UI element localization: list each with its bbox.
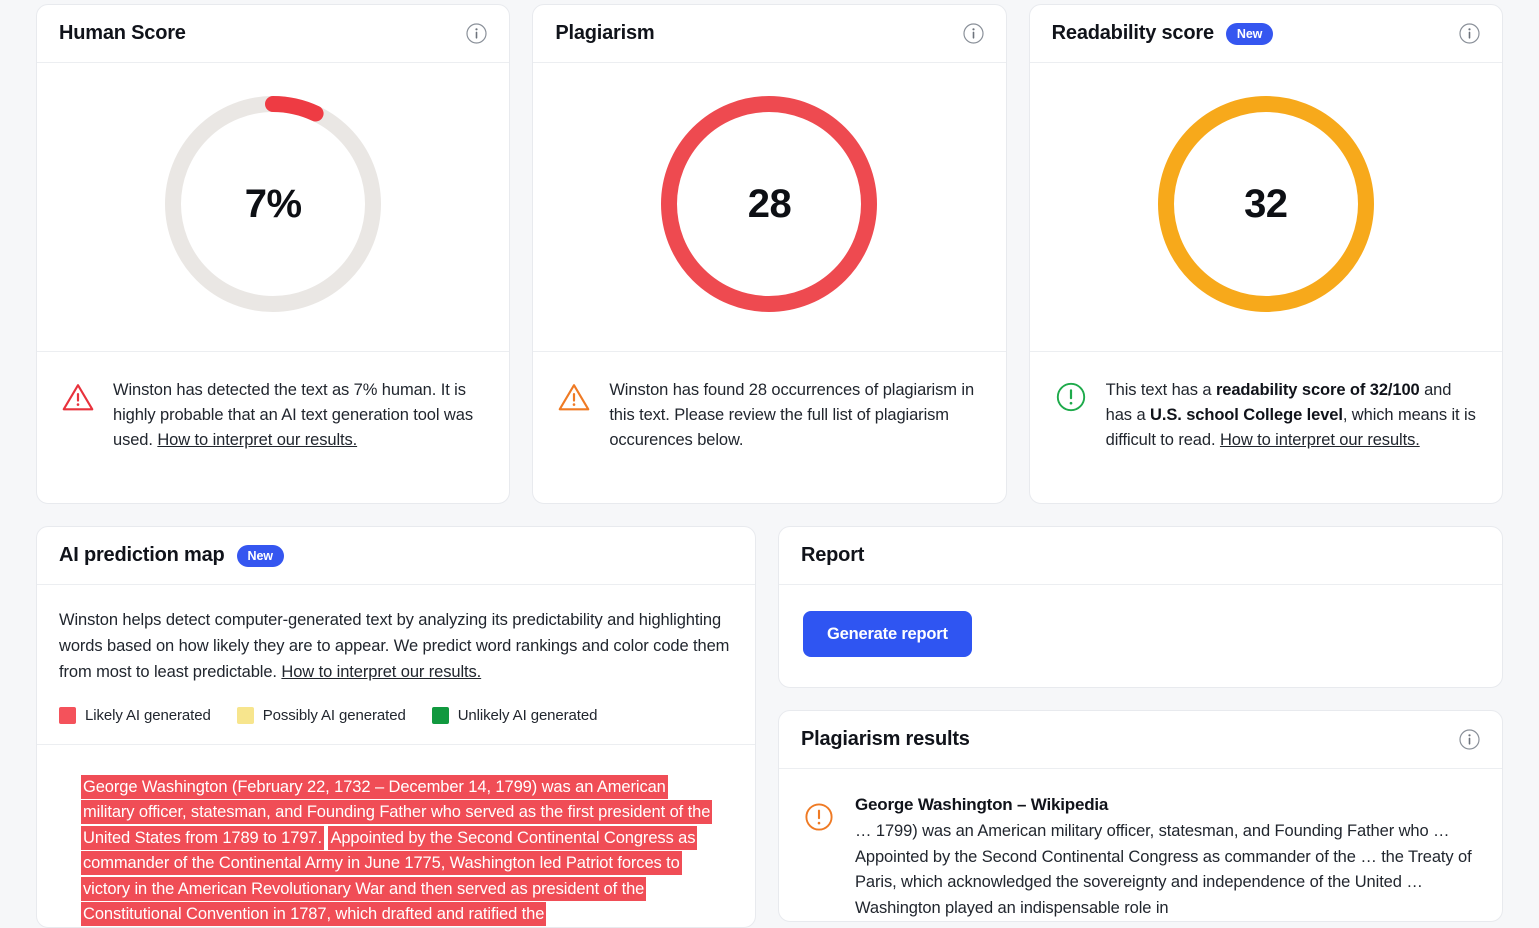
prediction-map-column: AI prediction map New Winston helps dete… [36, 526, 756, 928]
ai-prediction-map-card: AI prediction map New Winston helps dete… [36, 526, 756, 928]
generate-report-button[interactable]: Generate report [803, 611, 972, 657]
report-title: Report [801, 544, 865, 566]
plagiarism-results-title: Plagiarism results [801, 728, 970, 750]
bottom-row: AI prediction map New Winston helps dete… [36, 526, 1503, 928]
plagiarism-result-content: George Washington – Wikipedia … 1799) wa… [855, 795, 1478, 921]
readability-seg-3: U.S. school College level [1150, 406, 1343, 424]
exclamation-circle-icon [1054, 380, 1088, 414]
ai-prediction-map-title: AI prediction map [59, 544, 225, 566]
new-badge: New [1225, 22, 1274, 45]
plagiarism-footer-text: Winston has found 28 occurrences of plag… [609, 381, 975, 449]
how-to-interpret-link[interactable]: How to interpret our results. [281, 663, 481, 681]
human-score-title: Human Score [59, 22, 186, 44]
info-icon[interactable] [1459, 729, 1480, 750]
report-card: Report Generate report [778, 526, 1503, 688]
info-icon[interactable] [1459, 23, 1480, 44]
info-icon[interactable] [963, 23, 984, 44]
plagiarism-source-title[interactable]: George Washington – Wikipedia [855, 795, 1478, 815]
human-score-footer-text: Winston has detected the text as 7% huma… [113, 378, 485, 479]
readability-value: 32 [1244, 181, 1288, 226]
readability-score-card: Readability score New 32 This text has a… [1028, 4, 1503, 504]
readability-footer: This text has a readability score of 32/… [1029, 351, 1502, 503]
report-body: Generate report [779, 585, 1502, 687]
right-column: Report Generate report Plagiarism result… [778, 526, 1503, 923]
plagiarism-score-header: Plagiarism [533, 5, 1006, 63]
how-to-interpret-link[interactable]: How to interpret our results. [157, 431, 357, 449]
analyzed-text: George Washington (February 22, 1732 – D… [59, 745, 733, 927]
readability-footer-text: This text has a readability score of 32/… [1106, 378, 1478, 479]
legend-label-possibly: Possibly AI generated [262, 707, 406, 724]
exclamation-circle-icon [803, 801, 835, 833]
readability-score-title: Readability score [1051, 22, 1214, 44]
readability-score-header: Readability score New [1029, 5, 1502, 63]
results-page: Human Score 7% Winston has detected the … [0, 0, 1539, 928]
plagiarism-snippet: … 1799) was an American military officer… [855, 822, 1472, 917]
legend-label-likely: Likely AI generated [85, 707, 211, 724]
report-header: Report [779, 527, 1502, 585]
warning-triangle-icon [61, 380, 95, 414]
human-score-value: 7% [244, 181, 302, 226]
plagiarism-value: 28 [747, 181, 792, 226]
legend-swatch-possibly [236, 707, 254, 724]
plagiarism-score-card: Plagiarism 28 Winston has found 28 occur… [532, 4, 1007, 504]
readability-gauge: 32 [1154, 92, 1378, 316]
legend-item-likely: Likely AI generated [59, 707, 211, 724]
how-to-interpret-link[interactable]: How to interpret our results. [1220, 431, 1420, 449]
readability-seg-0: This text has a [1105, 381, 1216, 399]
plagiarism-score-title: Plagiarism [555, 22, 655, 44]
warning-triangle-icon [557, 380, 591, 414]
plagiarism-footer: Winston has found 28 occurrences of plag… [533, 351, 1006, 503]
legend-item-unlikely: Unlikely AI generated [431, 707, 598, 724]
plagiarism-results-card: Plagiarism results George Washington – W… [778, 710, 1503, 923]
prediction-legend: Likely AI generated Possibly AI generate… [37, 685, 755, 745]
ai-prediction-map-body: Winston helps detect computer-generated … [37, 585, 755, 927]
new-badge: New [236, 544, 284, 567]
human-score-footer: Winston has detected the text as 7% huma… [37, 351, 510, 503]
readability-seg-1: readability score of 32/100 [1215, 381, 1420, 399]
human-score-gauge-area: 7% [37, 63, 509, 351]
plagiarism-result-item[interactable]: George Washington – Wikipedia … 1799) wa… [779, 769, 1502, 921]
plagiarism-results-header: Plagiarism results [779, 711, 1502, 769]
readability-gauge-area: 32 [1030, 63, 1502, 351]
info-icon[interactable] [466, 23, 487, 44]
human-score-header: Human Score [37, 5, 510, 63]
ai-prediction-map-description: Winston helps detect computer-generated … [59, 607, 733, 685]
score-cards-row: Human Score 7% Winston has detected the … [36, 0, 1503, 504]
legend-item-possibly: Possibly AI generated [236, 707, 406, 724]
ai-prediction-map-header: AI prediction map New [37, 527, 755, 585]
plagiarism-gauge-area: 28 [533, 63, 1005, 351]
human-score-gauge: 7% [161, 92, 385, 316]
legend-swatch-unlikely [431, 707, 449, 724]
legend-label-unlikely: Unlikely AI generated [457, 707, 598, 724]
plagiarism-gauge: 28 [657, 92, 881, 316]
legend-swatch-likely [59, 707, 76, 724]
human-score-card: Human Score 7% Winston has detected the … [36, 4, 511, 504]
